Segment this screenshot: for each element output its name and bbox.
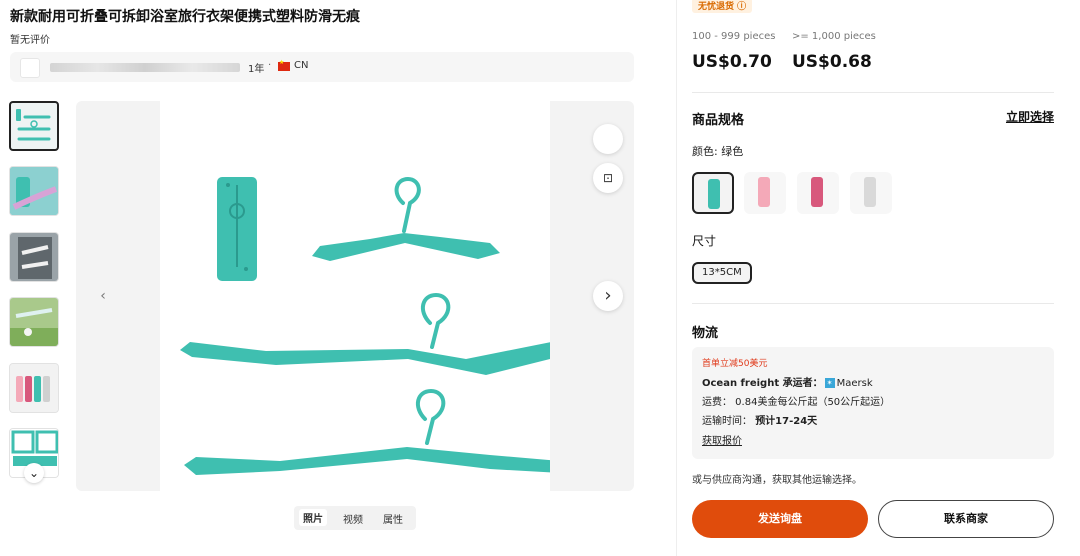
tab-video[interactable]: 视频 bbox=[343, 511, 363, 526]
select-now-link[interactable]: 立即选择 bbox=[1006, 108, 1054, 125]
price-tier-1-value: US$0.70 bbox=[692, 52, 772, 72]
thumbnail-5[interactable] bbox=[9, 363, 59, 413]
carrier-line: Ocean freight 承运者： ✶ Maersk bbox=[702, 374, 873, 389]
transit-time-value: 预计17-24天 bbox=[755, 416, 818, 427]
price-tier-1-range: 100 - 999 pieces bbox=[692, 31, 776, 42]
thumbnail-1[interactable] bbox=[9, 101, 59, 151]
swatch-green-fill bbox=[708, 179, 720, 209]
right-column: 无忧退货 ⓘ 100 - 999 pieces >= 1,000 pieces … bbox=[692, 0, 1062, 556]
logistics-title: 物流 bbox=[692, 326, 719, 341]
worry-free-return-badge[interactable]: 无忧退货 ⓘ bbox=[692, 0, 753, 13]
color-label: 颜色: 绿色 bbox=[692, 145, 744, 158]
divider bbox=[692, 92, 1054, 93]
color-swatch-green[interactable] bbox=[692, 172, 734, 214]
chevron-down-icon[interactable]: ⌄ bbox=[24, 463, 44, 483]
thumbnail-3[interactable] bbox=[9, 232, 59, 282]
swatch-gray-fill bbox=[864, 177, 876, 207]
product-title: 新款耐用可折叠可拆卸浴室旅行衣架便携式塑料防滑无痕 bbox=[10, 9, 360, 25]
image-search-icon[interactable]: ⊡ bbox=[593, 163, 623, 193]
specs-title: 商品规格 bbox=[692, 113, 745, 128]
color-swatch-pink[interactable] bbox=[744, 172, 786, 214]
tab-attributes[interactable]: 属性 bbox=[383, 511, 403, 526]
review-status: 暂无评价 bbox=[10, 35, 50, 46]
transit-time-label: 运输时间： bbox=[702, 416, 752, 427]
color-swatch-gray[interactable] bbox=[850, 172, 892, 214]
separator-dot: · bbox=[268, 60, 272, 71]
contact-supplier-button[interactable]: 联系商家 bbox=[878, 500, 1054, 538]
supplier-years: 1年 bbox=[248, 64, 265, 75]
color-swatch-rose[interactable] bbox=[797, 172, 839, 214]
size-option[interactable]: 13*5CM bbox=[692, 262, 752, 284]
supplier-logo bbox=[20, 58, 40, 78]
thumbnail-2[interactable] bbox=[9, 166, 59, 216]
size-label: 尺寸 bbox=[692, 234, 717, 248]
supplier-bar[interactable]: 1年 · CN bbox=[10, 52, 634, 82]
supplier-name-blurred[interactable] bbox=[50, 63, 240, 72]
price-tier-2-range: >= 1,000 pieces bbox=[792, 31, 876, 42]
swatch-pink-fill bbox=[758, 177, 770, 207]
send-inquiry-button[interactable]: 发送询盘 bbox=[692, 500, 868, 538]
promo-text: 首单立减50美元 bbox=[702, 359, 768, 369]
media-tabs: 照片 视频 属性 bbox=[294, 506, 416, 530]
carrier-name: Maersk bbox=[836, 378, 873, 389]
freight-fee: 运费： 0.84美金每公斤起（50公斤起运） bbox=[702, 397, 891, 408]
chevron-left-icon[interactable]: ‹ bbox=[88, 281, 118, 311]
main-product-image[interactable]: ⊡ ‹ › bbox=[76, 101, 634, 491]
hanger-illustration bbox=[180, 176, 566, 475]
china-flag-icon bbox=[278, 59, 290, 71]
left-column: 新款耐用可折叠可拆卸浴室旅行衣架便携式塑料防滑无痕 暂无评价 1年 · CN bbox=[0, 0, 650, 556]
chevron-right-icon[interactable]: › bbox=[593, 281, 623, 311]
column-divider bbox=[676, 0, 677, 556]
logistics-box: 首单立减50美元 Ocean freight 承运者： ✶ Maersk 运费： 0… bbox=[692, 347, 1054, 459]
swatch-rose-fill bbox=[811, 177, 823, 207]
carrier-prefix: Ocean freight 承运者： bbox=[702, 378, 823, 389]
main-image-canvas bbox=[160, 101, 566, 491]
transit-time-line: 运输时间： 预计17-24天 bbox=[702, 412, 817, 427]
get-quote-link[interactable]: 获取报价 bbox=[702, 432, 742, 447]
divider bbox=[692, 303, 1054, 304]
price-tier-2-value: US$0.68 bbox=[792, 52, 872, 72]
other-shipping-note: 或与供应商沟通，获取其他运输选择。 bbox=[692, 475, 862, 486]
thumbnail-4[interactable] bbox=[9, 297, 59, 347]
supplier-country: CN bbox=[294, 60, 309, 71]
maersk-icon: ✶ bbox=[824, 378, 835, 388]
tab-photos[interactable]: 照片 bbox=[299, 509, 327, 526]
favorite-button[interactable] bbox=[593, 124, 623, 154]
